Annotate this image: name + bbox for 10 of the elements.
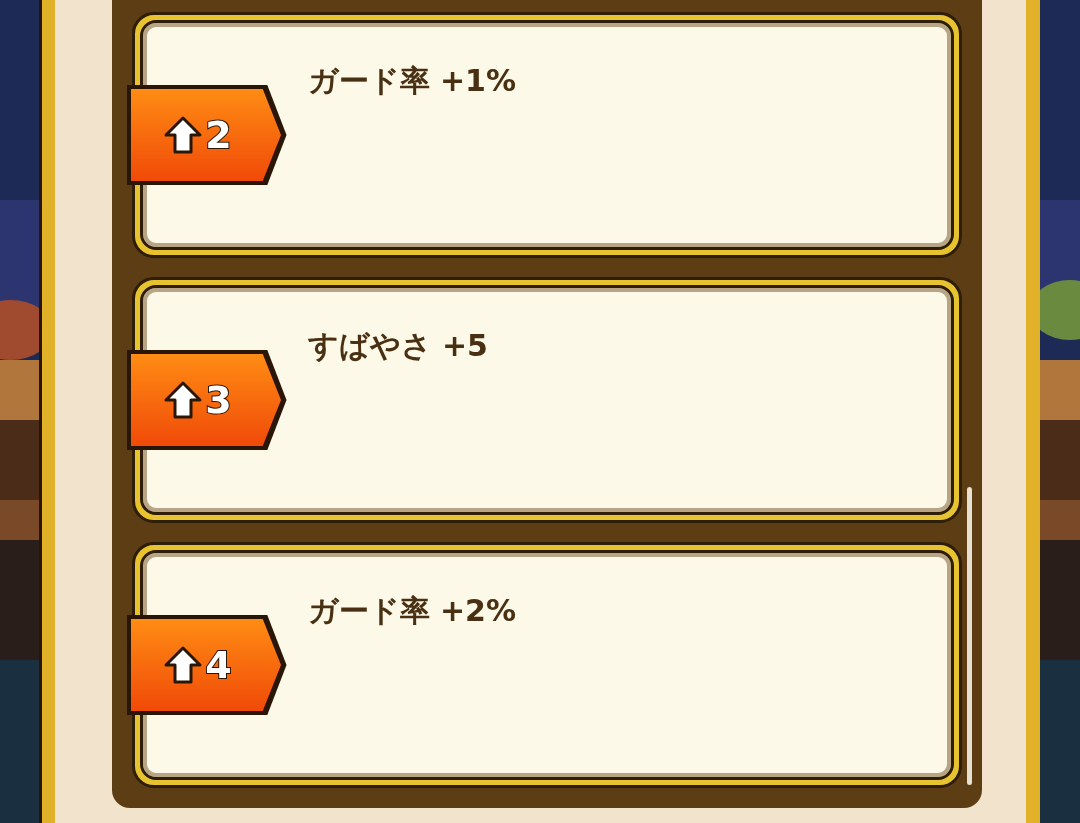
- level-badge: 2: [126, 85, 287, 185]
- up-arrow-icon: [163, 380, 204, 420]
- up-arrow-icon: [163, 115, 204, 155]
- up-arrow-icon: [163, 645, 204, 685]
- effect-text: ガード率 +2%: [307, 592, 517, 630]
- effect-text: すばやさ +5: [307, 327, 489, 365]
- level-badge: 4: [126, 615, 287, 715]
- effect-text: ガード率 +1%: [307, 62, 517, 100]
- scrollbar[interactable]: [966, 487, 972, 785]
- level-badge: 3: [126, 350, 287, 450]
